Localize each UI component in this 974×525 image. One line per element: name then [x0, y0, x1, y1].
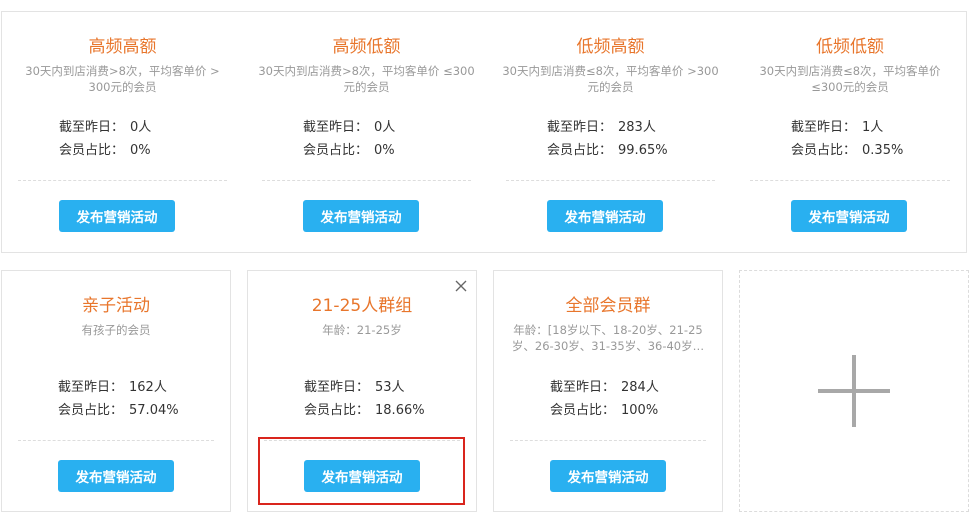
- divider: [262, 180, 471, 181]
- member-ratio: 会员占比： 99.65%: [547, 142, 668, 160]
- publish-campaign-button[interactable]: 发布营销活动: [59, 200, 175, 232]
- card-description: 30天内到店消费≤8次，平均客单价 ≤300元的会员: [759, 64, 941, 94]
- card-description: 30天内到店消费>8次，平均客单价 ≤300元的会员: [258, 64, 475, 94]
- member-count: 截至昨日： 0人: [59, 119, 151, 137]
- divider: [264, 440, 460, 441]
- count-label: 截至昨日：: [304, 380, 370, 395]
- card-description: 年龄：21-25岁: [322, 323, 402, 337]
- count-value: 284人: [621, 380, 659, 395]
- divider: [18, 440, 214, 441]
- segment-card-low-freq-high-amount: 低频高额 30天内到店消费≤8次，平均客单价 >300元的会员 截至昨日： 283…: [490, 12, 731, 252]
- count-value: 0人: [130, 120, 152, 135]
- ratio-value: 100%: [621, 403, 659, 418]
- ratio-label: 会员占比：: [304, 403, 370, 418]
- member-count: 截至昨日： 0人: [303, 119, 395, 137]
- ratio-value: 0.35%: [862, 143, 904, 158]
- group-card-all-members: 全部会员群 年龄：[18岁以下、18-20岁、21-25岁、26-30岁、31-…: [493, 270, 723, 512]
- card-title: 低频低额: [816, 37, 884, 57]
- ratio-label: 会员占比：: [791, 143, 857, 158]
- card-title: 低频高额: [576, 37, 645, 57]
- publish-campaign-button[interactable]: 发布营销活动: [550, 460, 666, 492]
- count-label: 截至昨日：: [59, 120, 125, 135]
- card-description: 30天内到店消费≤8次，平均客单价 >300元的会员: [502, 64, 719, 94]
- preset-segments-panel: 高频高额 30天内到店消费>8次，平均客单价 > 300元的会员 截至昨日： 0人…: [1, 11, 967, 253]
- card-title: 全部会员群: [565, 296, 651, 316]
- count-label: 截至昨日：: [58, 380, 124, 395]
- divider: [750, 180, 950, 181]
- ratio-label: 会员占比：: [59, 143, 125, 158]
- count-value: 1人: [862, 120, 884, 135]
- segment-card-high-freq-high-amount: 高频高额 30天内到店消费>8次，平均客单价 > 300元的会员 截至昨日： 0人…: [2, 12, 243, 252]
- card-title: 高频低额: [332, 37, 401, 57]
- count-label: 截至昨日：: [547, 120, 613, 135]
- card-title: 21-25人群组: [311, 296, 413, 316]
- member-ratio: 会员占比： 0.35%: [791, 142, 903, 160]
- count-value: 0人: [374, 120, 396, 135]
- add-group-card[interactable]: [739, 270, 969, 512]
- ratio-label: 会员占比：: [58, 403, 124, 418]
- plus-icon: [818, 355, 890, 427]
- close-icon[interactable]: [454, 279, 468, 293]
- card-description: 年龄：[18岁以下、18-20岁、21-25岁、26-30岁、31-35岁、36…: [511, 323, 705, 353]
- divider: [510, 440, 706, 441]
- member-ratio: 会员占比： 0%: [303, 142, 395, 160]
- count-value: 162人: [129, 380, 167, 395]
- publish-campaign-button[interactable]: 发布营销活动: [303, 200, 419, 232]
- ratio-label: 会员占比：: [303, 143, 369, 158]
- member-ratio: 会员占比： 18.66%: [304, 402, 425, 420]
- member-count: 截至昨日： 53人: [304, 379, 405, 397]
- ratio-value: 18.66%: [375, 403, 425, 418]
- count-label: 截至昨日：: [791, 120, 857, 135]
- publish-campaign-button[interactable]: 发布营销活动: [58, 460, 174, 492]
- publish-campaign-button[interactable]: 发布营销活动: [304, 460, 420, 492]
- ratio-value: 0%: [130, 143, 151, 158]
- member-count: 截至昨日： 283人: [547, 119, 656, 137]
- member-count: 截至昨日： 284人: [550, 379, 659, 397]
- count-value: 53人: [375, 380, 405, 395]
- ratio-label: 会员占比：: [550, 403, 616, 418]
- card-description: 30天内到店消费>8次，平均客单价 > 300元的会员: [25, 64, 220, 94]
- card-title: 高频高额: [88, 37, 157, 57]
- ratio-value: 57.04%: [129, 403, 179, 418]
- count-label: 截至昨日：: [550, 380, 616, 395]
- publish-campaign-button[interactable]: 发布营销活动: [547, 200, 663, 232]
- ratio-value: 0%: [374, 143, 395, 158]
- ratio-value: 99.65%: [618, 143, 668, 158]
- group-card-parent-child: 亲子活动 有孩子的会员 截至昨日： 162人 会员占比： 57.04% 发布营销活动: [1, 270, 231, 512]
- segment-card-low-freq-low-amount: 低频低额 30天内到店消费≤8次，平均客单价 ≤300元的会员 截至昨日： 1人 …: [734, 12, 966, 252]
- card-title: 亲子活动: [82, 296, 150, 316]
- divider: [18, 180, 227, 181]
- member-ratio: 会员占比： 57.04%: [58, 402, 179, 420]
- publish-campaign-button[interactable]: 发布营销活动: [791, 200, 907, 232]
- member-count: 截至昨日： 1人: [791, 119, 883, 137]
- member-ratio: 会员占比： 100%: [550, 402, 658, 420]
- divider: [506, 180, 715, 181]
- member-ratio: 会员占比： 0%: [59, 142, 151, 160]
- card-description: 有孩子的会员: [81, 323, 151, 337]
- count-value: 283人: [618, 120, 656, 135]
- segment-card-high-freq-low-amount: 高频低额 30天内到店消费>8次，平均客单价 ≤300元的会员 截至昨日： 0人 …: [246, 12, 487, 252]
- ratio-label: 会员占比：: [547, 143, 613, 158]
- member-count: 截至昨日： 162人: [58, 379, 167, 397]
- group-card-age-21-25: 21-25人群组 年龄：21-25岁 截至昨日： 53人 会员占比： 18.66% …: [247, 270, 477, 512]
- count-label: 截至昨日：: [303, 120, 369, 135]
